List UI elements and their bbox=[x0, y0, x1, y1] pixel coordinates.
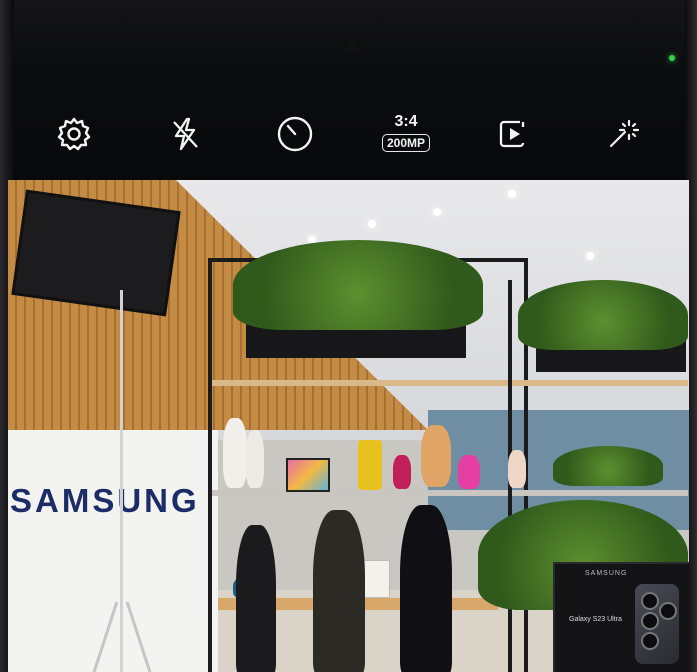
fern-plant bbox=[518, 280, 688, 350]
yellow-bottle bbox=[358, 440, 382, 490]
flash-button[interactable] bbox=[165, 114, 205, 154]
ring-sculpture bbox=[421, 425, 451, 487]
fern-plant bbox=[233, 240, 483, 330]
settings-button[interactable] bbox=[54, 114, 94, 154]
effects-button[interactable] bbox=[601, 114, 641, 154]
magic-effects-icon bbox=[609, 119, 639, 148]
shelf-board bbox=[212, 380, 688, 386]
pink-bottle bbox=[393, 455, 411, 489]
scene-brand-wall bbox=[8, 430, 218, 672]
framed-art bbox=[286, 458, 330, 492]
phone-screen: 3:4 200MP SAMSUNG SAMSUNG Galaxy S23 Ult… bbox=[0, 0, 697, 672]
timer-button[interactable] bbox=[275, 114, 315, 154]
ceiling-light bbox=[508, 190, 516, 198]
tv-brand-label: SAMSUNG bbox=[585, 570, 628, 577]
front-camera-hole bbox=[343, 38, 361, 56]
lens-graphic bbox=[641, 592, 659, 610]
timer-icon bbox=[277, 116, 313, 152]
lens-graphic bbox=[641, 612, 659, 630]
lens-graphic bbox=[641, 632, 659, 650]
aspect-ratio-resolution-button[interactable]: 3:4 200MP bbox=[376, 113, 436, 155]
ceiling-light bbox=[586, 252, 594, 260]
shelf-board bbox=[212, 490, 688, 496]
aspect-ratio-label: 3:4 bbox=[394, 113, 418, 130]
lens-graphic bbox=[659, 602, 677, 620]
scene-brand-wordmark: SAMSUNG bbox=[10, 482, 200, 519]
person-center bbox=[313, 510, 365, 672]
light-stand bbox=[120, 290, 123, 672]
ceiling-light bbox=[433, 208, 441, 216]
person-left bbox=[236, 525, 276, 672]
motion-photo-icon bbox=[499, 120, 525, 148]
shelf-plant bbox=[553, 446, 663, 486]
pink-bear-figure bbox=[458, 455, 480, 489]
person-right bbox=[400, 505, 452, 672]
resolution-badge: 200MP bbox=[381, 134, 431, 152]
motion-photo-button[interactable] bbox=[494, 114, 534, 154]
gear-icon bbox=[57, 117, 91, 151]
camera-viewfinder[interactable]: SAMSUNG SAMSUNG Galaxy S23 Ultra bbox=[8, 180, 689, 672]
status-led bbox=[669, 55, 675, 61]
ceiling-light bbox=[368, 220, 376, 228]
vase bbox=[508, 450, 526, 488]
scene-tv-display: SAMSUNG Galaxy S23 Ultra bbox=[553, 562, 689, 672]
camera-top-toolbar bbox=[0, 0, 697, 180]
flash-off-icon bbox=[173, 117, 198, 151]
white-sculpture bbox=[223, 418, 247, 488]
tv-phone-image bbox=[635, 584, 679, 664]
white-sculpture bbox=[246, 430, 264, 488]
studio-light-panel bbox=[11, 189, 181, 317]
tv-model-label: Galaxy S23 Ultra bbox=[569, 616, 622, 623]
